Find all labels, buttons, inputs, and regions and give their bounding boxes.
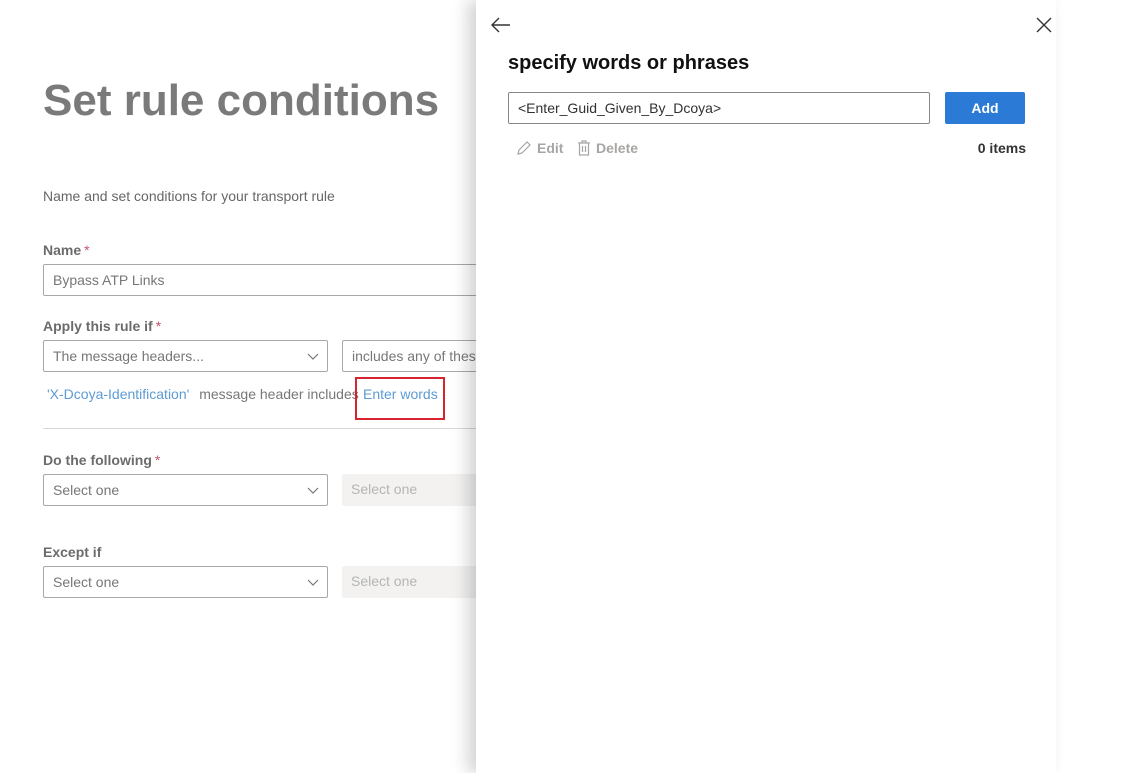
page-subtitle: Name and set conditions for your transpo… <box>43 188 335 204</box>
word-phrase-input[interactable]: <Enter_Guid_Given_By_Dcoya> <box>508 92 930 124</box>
required-marker: * <box>84 242 90 258</box>
arrow-left-icon[interactable] <box>490 14 512 36</box>
chevron-down-icon <box>307 579 319 586</box>
divider <box>43 428 483 429</box>
apply-rule-label: Apply this rule if * <box>43 318 161 334</box>
items-count: 0 items <box>977 140 1026 156</box>
edit-label: Edit <box>537 140 564 156</box>
close-icon[interactable] <box>1034 15 1054 35</box>
rule-name-input[interactable]: Bypass ATP Links <box>43 264 493 296</box>
do-following-label-text: Do the following <box>43 452 152 468</box>
add-button[interactable]: Add <box>945 92 1025 124</box>
apply-condition-value: The message headers... <box>53 348 204 364</box>
action-dropdown-secondary-value: Select one <box>351 481 418 497</box>
condition-summary: 'X-Dcoya-Identification' message header … <box>43 386 359 402</box>
chevron-down-icon <box>307 487 319 494</box>
header-name-link[interactable]: 'X-Dcoya-Identification' <box>47 386 189 402</box>
highlight-box <box>355 377 445 420</box>
condition-text: message header includes <box>199 386 359 402</box>
name-label-text: Name <box>43 242 82 258</box>
edit-button[interactable]: Edit <box>516 138 563 158</box>
chevron-down-icon <box>307 353 319 360</box>
required-marker: * <box>155 318 162 334</box>
name-label: Name * <box>43 242 90 258</box>
trash-icon <box>578 140 590 156</box>
specify-words-panel: specify words or phrases <Enter_Guid_Giv… <box>476 0 1056 773</box>
delete-label: Delete <box>596 140 639 156</box>
exception-dropdown[interactable]: Select one <box>43 566 328 598</box>
panel-title: specify words or phrases <box>508 52 750 74</box>
required-marker: * <box>154 452 161 468</box>
do-following-label: Do the following * <box>43 452 160 468</box>
except-if-label: Except if <box>43 544 102 560</box>
apply-condition-dropdown[interactable]: The message headers... <box>43 340 328 372</box>
exception-dropdown-value: Select one <box>53 574 120 590</box>
action-dropdown[interactable]: Select one <box>43 474 328 506</box>
exception-dropdown-secondary-value: Select one <box>351 573 418 589</box>
apply-rule-label-text: Apply this rule if <box>43 318 153 334</box>
apply-operator-value: includes any of these <box>352 348 484 364</box>
pencil-icon <box>517 141 531 155</box>
delete-button[interactable]: Delete <box>577 138 638 158</box>
action-dropdown-value: Select one <box>53 482 120 498</box>
page-title: Set rule conditions <box>43 76 440 125</box>
